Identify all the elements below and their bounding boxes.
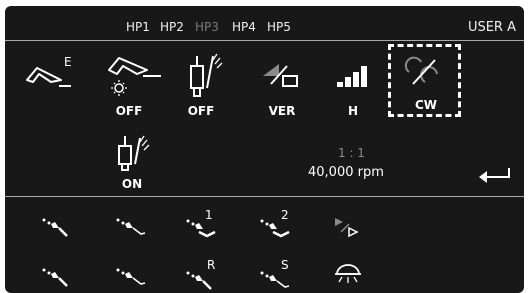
scaler-icon: [116, 268, 146, 285]
tab-hp4[interactable]: HP4: [232, 20, 256, 34]
mode-status-label: VER: [268, 104, 296, 118]
rotation-direction-icon: [404, 56, 438, 85]
spray2-button[interactable]: [115, 134, 155, 178]
instrument-8-button[interactable]: R: [185, 258, 221, 293]
enter-button[interactable]: [479, 168, 513, 188]
mode-icon: [263, 64, 298, 87]
spray2-icon: [118, 135, 150, 171]
tab-hp2[interactable]: HP2: [160, 20, 184, 34]
instrument-9-button[interactable]: S: [259, 258, 295, 293]
control-panel-screen: HP1 HP2 HP3 HP4 HP5 USER A E OFF OFF VER…: [5, 6, 524, 293]
handpiece-s-icon: [260, 271, 290, 288]
instrument-1-button[interactable]: [41, 216, 73, 242]
spray2-status-label: ON: [121, 177, 143, 191]
handpiece-r-icon: [186, 271, 212, 290]
instrument-6-button[interactable]: [41, 266, 73, 292]
power-level-icon: [337, 66, 367, 87]
power-status-label: H: [347, 104, 359, 118]
tab-hp5[interactable]: HP5: [267, 20, 291, 34]
header-bar: HP1 HP2 HP3 HP4 HP5 USER A: [5, 6, 524, 48]
light-status-label: OFF: [115, 104, 143, 118]
mode-button[interactable]: [261, 62, 301, 92]
instrument-2-button[interactable]: [115, 216, 147, 242]
handpiece-icon: [42, 268, 68, 287]
instrument-3-number: 1: [205, 208, 213, 222]
instrument-8-letter: R: [207, 258, 216, 272]
handpiece-2-icon: [260, 219, 290, 238]
endo-handpiece-button[interactable]: E: [25, 55, 75, 92]
instrument-9-letter: S: [281, 258, 289, 272]
instrument-3-button[interactable]: 1: [185, 208, 221, 242]
tab-hp3[interactable]: HP3: [195, 20, 219, 34]
gear-ratio: 1 : 1: [338, 146, 365, 160]
spray-icon: [190, 53, 223, 97]
light-button[interactable]: [105, 56, 165, 106]
spray-button[interactable]: [187, 52, 227, 106]
scaler-icon: [116, 218, 146, 235]
instrument-4-number: 2: [281, 208, 289, 222]
direction-status-label: CW: [414, 98, 438, 112]
operating-light-icon: [335, 264, 361, 283]
instrument-5-button[interactable]: [335, 218, 361, 240]
tab-hp1[interactable]: HP1: [126, 20, 150, 34]
instrument-7-button[interactable]: [115, 266, 147, 292]
rotation-speed: 40,000 rpm: [308, 165, 384, 180]
instrument-10-button[interactable]: [335, 264, 361, 292]
handpiece-light-icon: [108, 57, 161, 96]
user-indicator[interactable]: USER A: [468, 20, 516, 35]
endo-label: E: [64, 55, 72, 69]
enter-arrow-icon: [479, 168, 510, 183]
handpiece-1-icon: [186, 219, 216, 238]
header-divider: [5, 40, 524, 41]
instruments-divider: [5, 196, 524, 197]
spray-status-label: OFF: [187, 104, 215, 118]
instrument-4-button[interactable]: 2: [259, 208, 295, 242]
direction-button[interactable]: [404, 56, 445, 94]
power-button[interactable]: [335, 62, 375, 92]
handpiece-icon: [42, 218, 68, 237]
play-switch-icon: [335, 218, 359, 238]
